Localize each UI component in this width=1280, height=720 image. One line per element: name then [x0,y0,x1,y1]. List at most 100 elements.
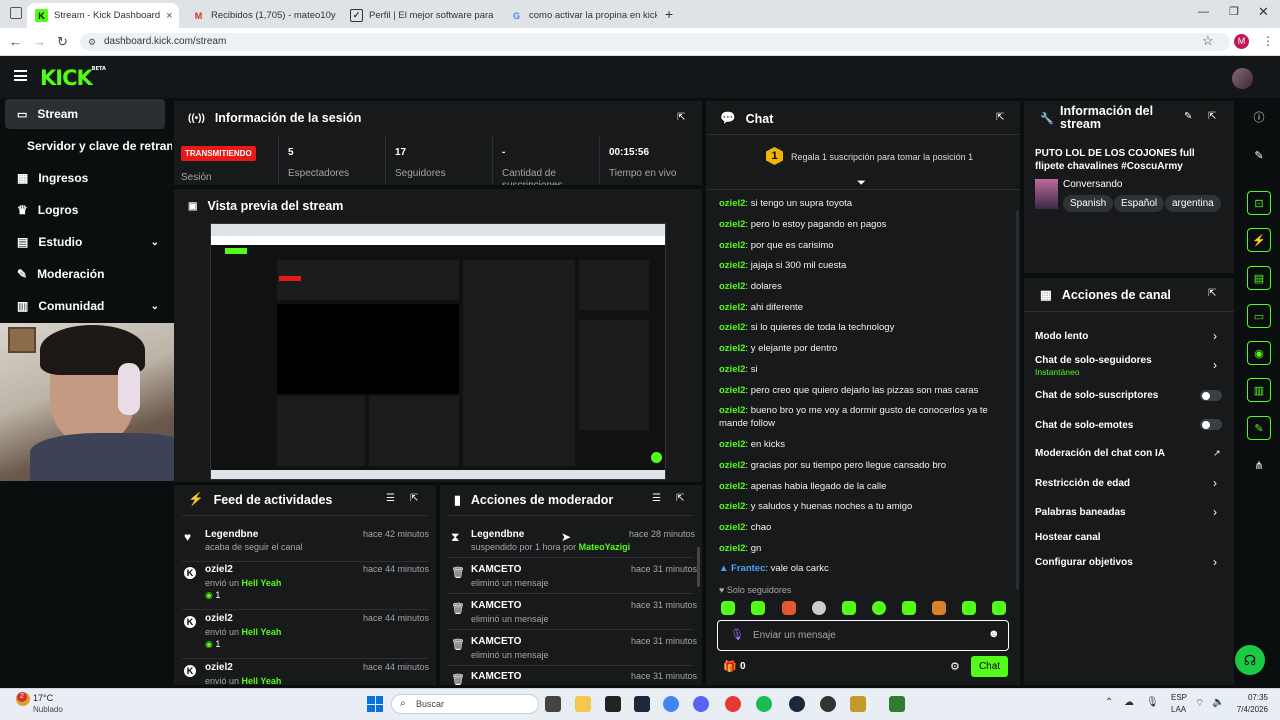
url-field[interactable]: dashboard.kick.com/stream [80,33,1230,51]
epic-games-icon[interactable] [605,696,621,712]
window-close-icon[interactable]: ✕ [1258,4,1269,20]
edit-icon[interactable]: ✎ [1247,143,1271,167]
new-tab-icon[interactable]: + [665,6,673,22]
category-thumbnail[interactable] [1035,179,1058,209]
chevron-right-icon[interactable]: › [1213,476,1217,490]
chat-send-button[interactable]: Chat [971,656,1008,677]
action-goals[interactable]: Configurar objetivos [1035,557,1133,568]
popout-icon[interactable]: ⇱ [410,493,418,504]
popout-icon[interactable]: ⇱ [996,112,1004,123]
user-avatar[interactable] [1232,68,1253,89]
tray-chevron-icon[interactable]: ⌃ [1105,697,1113,708]
chat-username[interactable]: oziel2 [719,364,745,375]
site-info-icon[interactable]: ⚙ [88,37,96,48]
action-followers-only[interactable]: Chat de solo-seguidores [1035,355,1152,366]
sidebar-item-stream[interactable]: ▭ Stream [5,99,165,129]
lang-code[interactable]: ESP [1171,693,1187,702]
clipboard-icon[interactable]: ▤ [1247,266,1271,290]
chrome-icon[interactable] [663,696,679,712]
feed-user[interactable]: oziel2 [205,662,233,673]
chevron-right-icon[interactable]: › [1213,555,1217,569]
emotes-only-toggle[interactable] [1200,419,1222,430]
emote-icon[interactable] [962,601,976,615]
chat-username[interactable]: oziel2 [719,481,745,492]
microphone-icon[interactable]: 🎙 [1146,697,1159,708]
tab-kick-dashboard[interactable]: K Stream - Kick Dashboard × [27,3,179,28]
task-view-icon[interactable] [545,696,561,712]
emoji-icon[interactable]: ☻ [988,628,1000,640]
scrollbar[interactable] [697,547,700,587]
sub-promo-text[interactable]: Regala 1 suscripción para tomar la posic… [791,152,973,162]
chat-username[interactable]: oziel2 [719,543,745,554]
chat-username[interactable]: oziel2 [719,322,745,333]
sidebar-item-logros[interactable]: ♛ Logros [5,195,165,225]
sidebar-item-server-key[interactable]: Servidor y clave de retransmisión [5,131,172,161]
external-link-icon[interactable]: ↗ [1213,448,1221,459]
chat-username[interactable]: oziel2 [719,219,745,230]
popout-icon[interactable]: ⇱ [677,112,685,123]
minimize-icon[interactable]: — [1198,6,1209,18]
forward-icon[interactable]: → [33,34,46,49]
action-slow-mode[interactable]: Modo lento [1035,331,1088,342]
chat-username[interactable]: oziel2 [719,302,745,313]
back-icon[interactable]: ← [9,34,22,49]
broadcast-icon[interactable]: ◉ [1247,341,1271,365]
subs-only-toggle[interactable] [1200,390,1222,401]
chat-username[interactable]: Frantec [731,563,765,574]
emote-icon[interactable] [842,601,856,615]
emote-icon[interactable] [812,601,826,615]
browser-menu-icon[interactable]: ⋮ [1262,34,1274,48]
edit-icon[interactable]: ✎ [1184,111,1192,122]
stream-preview-video[interactable] [210,223,666,480]
tray-app-icon[interactable]: ☁ [1124,697,1134,708]
feed-user[interactable]: oziel2 [205,564,233,575]
spotify-icon[interactable] [756,696,772,712]
emote-icon[interactable] [721,601,735,615]
game-icon[interactable] [850,696,866,712]
share-icon[interactable]: ⋔ [1247,453,1271,477]
maximize-icon[interactable]: ❐ [1229,5,1239,18]
emote-icon[interactable] [992,601,1006,615]
windows-start-icon[interactable] [367,696,383,712]
chat-username[interactable]: oziel2 [719,385,745,396]
mod-user[interactable]: KAMCETO [471,671,521,682]
tab-google-search[interactable]: G como activar la propina en kick × [502,3,657,28]
chat-username[interactable]: oziel2 [719,501,745,512]
chat-username[interactable]: oziel2 [719,343,745,354]
wifi-icon[interactable]: ⌔ [1195,697,1204,710]
mod-log-icon[interactable]: ▥ [1247,378,1271,402]
tab-search-icon[interactable] [10,7,22,19]
clock-time[interactable]: 07:35 [1236,693,1268,702]
emote-icon[interactable] [902,601,916,615]
chevron-right-icon[interactable]: › [1213,505,1217,519]
obs-icon[interactable] [820,696,836,712]
action-host-channel[interactable]: Hostear canal [1035,532,1101,543]
action-age-restriction[interactable]: Restricción de edad [1035,478,1130,489]
kick-logo[interactable]: KICKBETA [40,66,106,90]
tag-pill[interactable]: Spanish [1063,195,1114,212]
app-icon[interactable] [725,696,741,712]
chat-settings-icon[interactable]: ⚙ [950,660,960,673]
app-icon[interactable] [889,696,905,712]
discord-icon[interactable] [693,696,709,712]
steam-icon[interactable] [789,696,805,712]
emote-icon[interactable] [782,601,796,615]
profile-avatar[interactable]: M [1234,34,1249,49]
sidebar-item-comunidad[interactable]: ▥ Comunidad ⌄ [5,291,165,321]
sidebar-item-estudio[interactable]: ▤ Estudio ⌄ [5,227,165,257]
hamburger-menu-icon[interactable] [14,70,27,81]
emote-icon[interactable] [932,601,946,615]
tag-pill[interactable]: Español [1114,195,1165,212]
wrench-icon[interactable]: ✎ [1247,416,1271,440]
steam-icon[interactable] [634,696,650,712]
chat-username[interactable]: oziel2 [719,240,745,251]
sidebar-item-ingresos[interactable]: ▦ Ingresos [5,163,165,193]
popout-icon[interactable]: ⇱ [1208,288,1216,299]
popout-icon[interactable]: ⇱ [1208,111,1216,122]
tag-pill[interactable]: argentina [1165,195,1221,212]
chat-username[interactable]: oziel2 [719,260,745,271]
reload-icon[interactable]: ↻ [57,34,68,50]
chat-username[interactable]: oziel2 [719,405,745,416]
screenshot-icon[interactable]: ⊡ [1247,191,1271,215]
feed-user[interactable]: Legendbne [205,529,258,540]
